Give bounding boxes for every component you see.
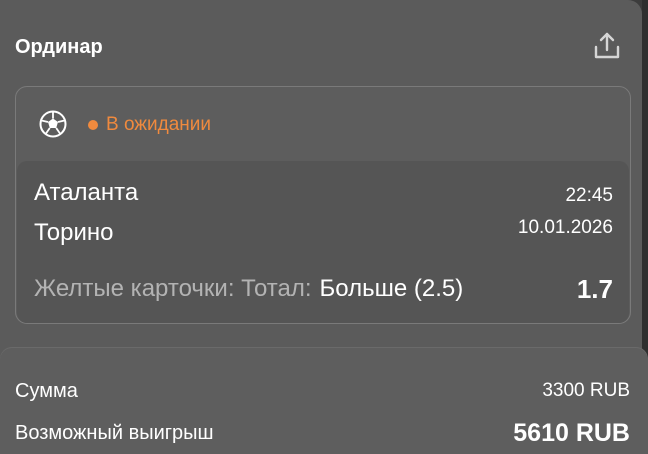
- page-title: Ординар: [15, 36, 103, 58]
- potential-win-label: Возможный выигрыш: [15, 421, 214, 444]
- market-name: Желтые карточки: [34, 275, 228, 302]
- status-text: В ожидании: [106, 114, 212, 135]
- team-home: Аталанта: [34, 179, 139, 206]
- potential-win-value: 5610 RUB: [513, 418, 630, 447]
- share-icon: [594, 32, 620, 59]
- bet-summary: Сумма 3300 RUB Возможный выигрыш 5610 RU…: [0, 348, 648, 454]
- event-details: Аталанта Торино 22:45 10.01.2026 Желтые …: [17, 161, 629, 323]
- potential-win-row: Возможный выигрыш 5610 RUB: [15, 418, 630, 448]
- soccer-ball-icon: [39, 110, 67, 138]
- bet-card: В ожидании Аталанта Торино 22:45 10.01.2…: [15, 86, 631, 324]
- amount-label: Сумма: [15, 379, 78, 402]
- odds-value: 1.7: [576, 273, 613, 304]
- share-button[interactable]: [590, 28, 624, 64]
- event-time: 22:45: [565, 185, 613, 206]
- status-badge: В ожидании: [88, 114, 211, 136]
- market-type: : Тотал:: [227, 275, 312, 302]
- market-row: Желтые карточки: Тотал: Больше (2.5) 1.7: [34, 273, 613, 305]
- status-dot: [88, 120, 98, 130]
- team-away: Торино: [34, 219, 114, 246]
- event-date: 10.01.2026: [517, 217, 613, 238]
- amount-row: Сумма 3300 RUB: [15, 378, 630, 404]
- amount-value: 3300 RUB: [542, 380, 630, 401]
- bet-selection: Больше (2.5): [319, 275, 464, 302]
- bet-card-header: В ожидании: [16, 87, 630, 161]
